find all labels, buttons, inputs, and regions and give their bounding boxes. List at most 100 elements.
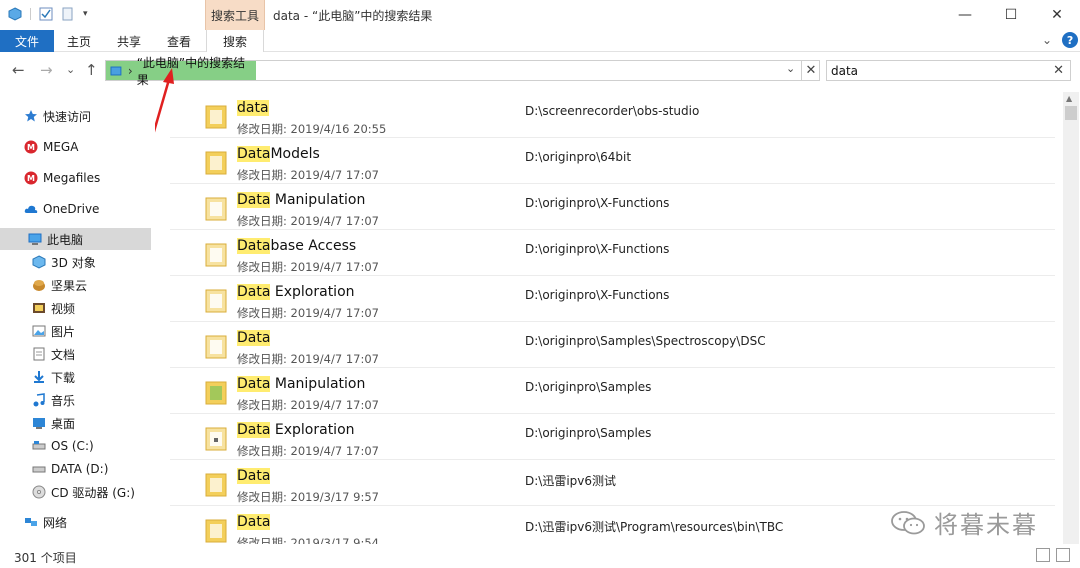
clear-address-button[interactable]: ✕ bbox=[801, 60, 820, 81]
sidebar-item-megafiles[interactable]: M Megafiles bbox=[0, 167, 151, 189]
modified-date: 修改日期: 2019/4/7 17:07 bbox=[237, 397, 379, 413]
back-arrow-icon[interactable]: ← bbox=[12, 61, 25, 79]
close-button[interactable]: ✕ bbox=[1034, 4, 1080, 26]
file-row[interactable]: Database Access 修改日期: 2019/4/7 17:07 D:\… bbox=[170, 230, 1055, 276]
sidebar-label-drive-d: DATA (D:) bbox=[51, 462, 109, 476]
sidebar-label-drive-c: OS (C:) bbox=[51, 439, 94, 453]
clear-search-icon[interactable]: ✕ bbox=[1053, 63, 1064, 78]
file-path: D:\originpro\X-Functions bbox=[525, 242, 670, 256]
item-count: 301 个项目 bbox=[14, 551, 77, 565]
match-highlight: Data bbox=[237, 330, 271, 346]
file-name: DataModels bbox=[237, 146, 320, 162]
sidebar-label-documents: 文档 bbox=[51, 347, 76, 362]
file-row[interactable]: data 修改日期: 2019/4/16 20:55 D:\screenreco… bbox=[170, 92, 1055, 138]
sidebar-item-jianguoyun[interactable]: 坚果云 bbox=[0, 274, 151, 296]
folder-icon bbox=[205, 519, 227, 543]
address-bar[interactable]: › “此电脑”中的搜索结果 bbox=[105, 56, 820, 87]
watermark-text: 将暮未暮 bbox=[934, 511, 1038, 539]
modified-date-label: 修改日期: bbox=[237, 444, 287, 458]
sidebar-label-this-pc: 此电脑 bbox=[47, 232, 84, 247]
tab-file[interactable]: 文件 bbox=[0, 30, 54, 52]
file-name: Data Exploration bbox=[237, 284, 355, 300]
address-dropdown-icon[interactable]: ⌄ bbox=[786, 62, 795, 75]
sidebar-item-mega[interactable]: M MEGA bbox=[0, 136, 151, 158]
scroll-up-icon[interactable]: ▲ bbox=[1066, 94, 1072, 103]
search-location-icon bbox=[110, 66, 122, 75]
sidebar-item-music[interactable]: 音乐 bbox=[0, 389, 151, 411]
file-row[interactable]: DataModels 修改日期: 2019/4/7 17:07 D:\origi… bbox=[170, 138, 1055, 184]
recent-locations-icon[interactable]: ⌄ bbox=[66, 63, 75, 76]
sidebar-item-onedrive[interactable]: OneDrive bbox=[0, 198, 151, 220]
modified-date-label: 修改日期: bbox=[237, 168, 287, 182]
sidebar-item-drive-d[interactable]: DATA (D:) bbox=[0, 458, 151, 480]
tab-share[interactable]: 共享 bbox=[108, 30, 150, 52]
file-row[interactable]: Data Manipulation 修改日期: 2019/4/7 17:07 D… bbox=[170, 368, 1055, 414]
modified-date: 修改日期: 2019/4/7 17:07 bbox=[237, 259, 379, 275]
sidebar-item-downloads[interactable]: 下载 bbox=[0, 366, 151, 388]
modified-date: 修改日期: 2019/4/7 17:07 bbox=[237, 443, 379, 459]
properties-check-icon[interactable] bbox=[39, 7, 53, 21]
modified-date-value: 2019/4/7 17:07 bbox=[290, 168, 379, 182]
expand-ribbon-icon[interactable]: ⌄ bbox=[1042, 33, 1052, 47]
modified-date-label: 修改日期: bbox=[237, 214, 287, 228]
file-row[interactable]: Data 修改日期: 2019/4/7 17:07 D:\originpro\S… bbox=[170, 322, 1055, 368]
search-input[interactable] bbox=[827, 61, 1037, 80]
svg-text:M: M bbox=[27, 174, 35, 183]
file-name: data bbox=[237, 100, 269, 116]
tab-search[interactable]: 搜索 bbox=[206, 30, 264, 52]
match-highlight: Data bbox=[237, 238, 271, 254]
sidebar-label-videos: 视频 bbox=[51, 301, 76, 316]
file-path: D:\originpro\Samples bbox=[525, 426, 652, 440]
modified-date-label: 修改日期: bbox=[237, 536, 287, 544]
modified-date-label: 修改日期: bbox=[237, 122, 287, 136]
sidebar-item-cd-drive[interactable]: CD 驱动器 (G:) bbox=[0, 481, 151, 503]
drive-icon bbox=[32, 466, 46, 473]
up-arrow-icon[interactable]: ↑ bbox=[85, 61, 98, 79]
nut-icon bbox=[33, 280, 45, 291]
sidebar-item-3d-objects[interactable]: 3D 对象 bbox=[0, 251, 151, 273]
maximize-button[interactable]: ☐ bbox=[988, 4, 1034, 26]
file-name: Data Manipulation bbox=[237, 192, 365, 208]
modified-date-value: 2019/3/17 9:57 bbox=[290, 490, 379, 504]
modified-date-value: 2019/4/7 17:07 bbox=[290, 352, 379, 366]
file-row[interactable]: Data Exploration 修改日期: 2019/4/7 17:07 D:… bbox=[170, 414, 1055, 460]
tab-home[interactable]: 主页 bbox=[58, 30, 100, 52]
file-name-rest: Manipulation bbox=[270, 376, 366, 392]
file-row[interactable]: Data Manipulation 修改日期: 2019/4/7 17:07 D… bbox=[170, 184, 1055, 230]
modified-date: 修改日期: 2019/4/16 20:55 bbox=[237, 121, 386, 137]
wechat-icon bbox=[891, 510, 925, 534]
folder-icon bbox=[205, 335, 227, 359]
file-row[interactable]: Data 修改日期: 2019/3/17 9:57 D:\迅雷ipv6测试 bbox=[170, 460, 1055, 506]
search-tools-context-tab: 搜索工具 bbox=[205, 0, 265, 30]
app-cube-icon bbox=[8, 7, 22, 21]
sidebar-item-pictures[interactable]: 图片 bbox=[0, 320, 151, 342]
status-bar: 301 个项目 bbox=[0, 544, 1080, 568]
large-icons-view-icon[interactable] bbox=[1056, 548, 1070, 562]
help-icon[interactable]: ? bbox=[1062, 32, 1079, 48]
search-results-list: data 修改日期: 2019/4/16 20:55 D:\screenreco… bbox=[170, 92, 1055, 544]
cloud-icon bbox=[24, 205, 38, 213]
file-name-rest: Manipulation bbox=[270, 192, 366, 208]
scrollbar-thumb[interactable] bbox=[1065, 106, 1077, 120]
document-icon bbox=[33, 347, 45, 361]
details-view-icon[interactable] bbox=[1036, 548, 1050, 562]
file-row[interactable]: Data Exploration 修改日期: 2019/4/7 17:07 D:… bbox=[170, 276, 1055, 322]
minimize-button[interactable]: — bbox=[942, 4, 988, 26]
sidebar-item-this-pc[interactable]: 此电脑 bbox=[0, 228, 151, 250]
sidebar-item-quick-access[interactable]: 快速访问 bbox=[0, 105, 151, 127]
forward-arrow-icon[interactable]: → bbox=[40, 61, 53, 79]
vertical-scrollbar[interactable]: ▲ bbox=[1063, 92, 1079, 544]
sidebar-label-onedrive: OneDrive bbox=[43, 202, 100, 216]
sidebar-item-drive-c[interactable]: OS (C:) bbox=[0, 435, 151, 457]
sidebar-item-network[interactable]: 网络 bbox=[0, 511, 151, 533]
file-name: Data bbox=[237, 468, 271, 484]
file-path: D:\originpro\Samples\Spectroscopy\DSC bbox=[525, 334, 766, 348]
sidebar-item-videos[interactable]: 视频 bbox=[0, 297, 151, 319]
customize-toolbar-icon[interactable]: ▾ bbox=[83, 9, 88, 19]
watermark: 将暮未暮 bbox=[890, 505, 1038, 540]
sidebar-item-documents[interactable]: 文档 bbox=[0, 343, 151, 365]
tab-view[interactable]: 查看 bbox=[158, 30, 200, 52]
sidebar-item-desktop[interactable]: 桌面 bbox=[0, 412, 151, 434]
folder-icon bbox=[205, 289, 227, 313]
new-folder-icon[interactable] bbox=[61, 7, 75, 21]
